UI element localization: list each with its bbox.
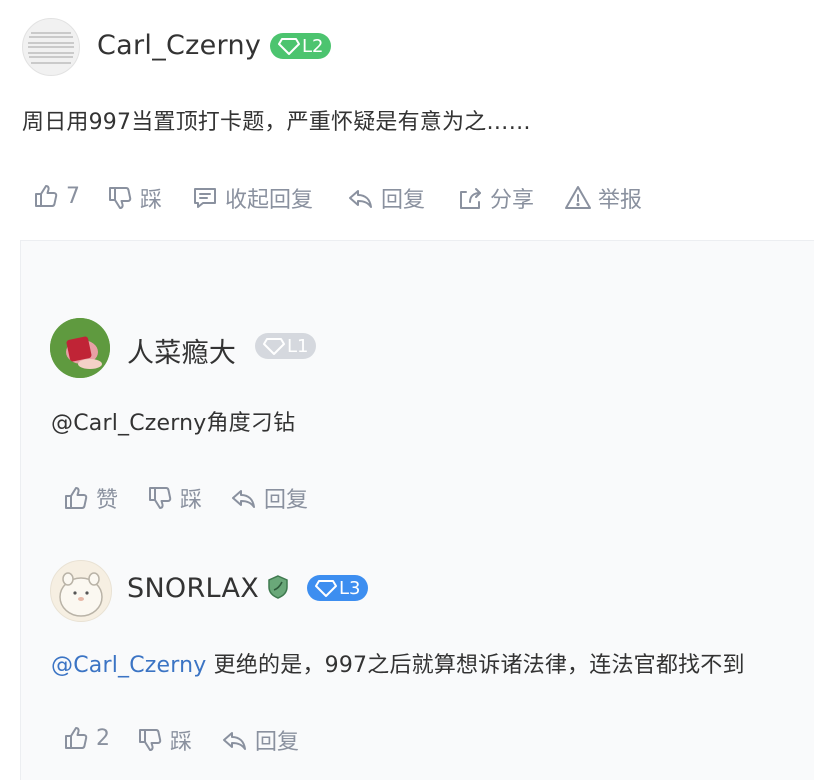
reply-author[interactable]: 人菜瘾大 bbox=[127, 331, 236, 370]
thumbs-up-icon bbox=[35, 185, 58, 207]
like-button[interactable]: 7 bbox=[32, 182, 80, 210]
reply-author[interactable]: SNORLAX bbox=[127, 573, 259, 604]
collapse-replies-button[interactable]: 收起回复 bbox=[191, 182, 313, 214]
diamond-icon bbox=[315, 580, 337, 597]
reply-text-body: 更绝的是，997之后就算想诉诸法律，连法官都找不到 bbox=[206, 653, 745, 678]
reply-text: @Carl_Czerny角度刁钻 bbox=[51, 411, 296, 436]
reply-icon bbox=[349, 190, 372, 208]
like-count: 7 bbox=[66, 183, 80, 209]
report-button[interactable]: 举报 bbox=[564, 182, 642, 214]
reply-text: @Carl_Czerny 更绝的是，997之后就算想诉诸法律，连法官都找不到 bbox=[51, 647, 745, 679]
report-label: 举报 bbox=[598, 188, 643, 213]
like-count: 2 bbox=[96, 725, 110, 751]
like-button[interactable]: 2 bbox=[62, 724, 110, 752]
mention-link[interactable]: @Carl_Czerny bbox=[51, 653, 206, 678]
share-label: 分享 bbox=[490, 188, 535, 213]
level-label: L2 bbox=[302, 35, 324, 57]
level-badge: L1 bbox=[255, 333, 317, 359]
dislike-button[interactable]: 踩 bbox=[146, 482, 202, 514]
reply-label: 回复 bbox=[264, 488, 309, 513]
warning-icon bbox=[565, 186, 591, 209]
comment-text: 周日用997当置顶打卡题，严重怀疑是有意为之…… bbox=[22, 110, 531, 135]
replies-panel bbox=[20, 240, 814, 780]
comment-icon bbox=[194, 188, 216, 208]
level-badge: L2 bbox=[270, 33, 332, 59]
like-label: 赞 bbox=[96, 488, 119, 513]
avatar[interactable] bbox=[22, 18, 80, 76]
reply-label: 回复 bbox=[255, 730, 300, 755]
share-icon bbox=[460, 188, 481, 209]
diamond-icon bbox=[278, 38, 300, 55]
reply-button[interactable]: 回复 bbox=[221, 724, 299, 756]
leaf-badge-icon bbox=[265, 574, 291, 600]
reply-button[interactable]: 回复 bbox=[230, 482, 308, 514]
reply-label: 回复 bbox=[381, 188, 426, 213]
dislike-button[interactable]: 踩 bbox=[106, 182, 162, 214]
share-button[interactable]: 分享 bbox=[456, 182, 534, 214]
level-label: L3 bbox=[339, 577, 361, 599]
level-badge: L3 bbox=[307, 575, 369, 601]
avatar[interactable] bbox=[50, 318, 110, 378]
dislike-button[interactable]: 踩 bbox=[136, 724, 192, 756]
reply-icon bbox=[223, 732, 246, 750]
thumbs-down-icon bbox=[139, 729, 162, 751]
like-button[interactable]: 赞 bbox=[62, 482, 118, 514]
dislike-label: 踩 bbox=[180, 488, 203, 513]
thumbs-up-icon bbox=[65, 727, 88, 749]
diamond-icon bbox=[263, 338, 285, 355]
dislike-label: 踩 bbox=[170, 730, 193, 755]
thumbs-down-icon bbox=[149, 487, 172, 509]
comment-author[interactable]: Carl_Czerny bbox=[97, 30, 261, 61]
level-label: L1 bbox=[287, 335, 309, 357]
reply-button[interactable]: 回复 bbox=[347, 182, 425, 214]
dislike-label: 踩 bbox=[140, 188, 163, 213]
reply-icon bbox=[232, 490, 255, 508]
thumbs-up-icon bbox=[65, 487, 88, 509]
collapse-label: 收起回复 bbox=[225, 188, 314, 213]
thumbs-down-icon bbox=[109, 187, 132, 209]
avatar[interactable] bbox=[50, 560, 112, 622]
